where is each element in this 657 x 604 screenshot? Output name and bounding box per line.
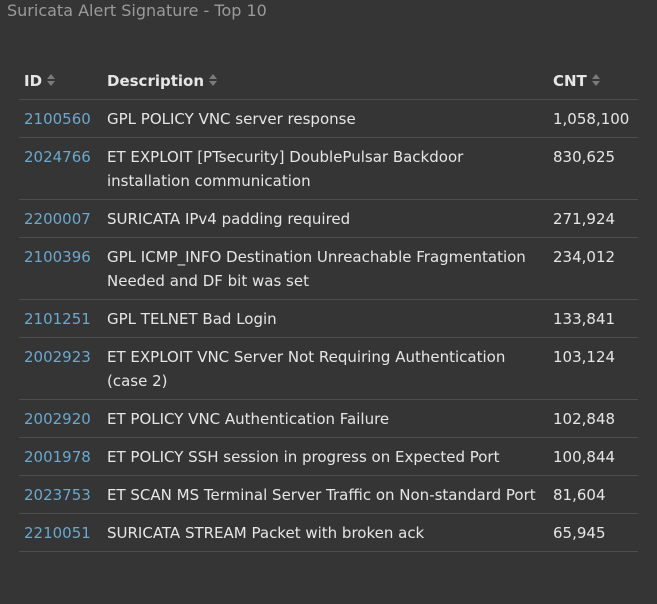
count-cell: 100,844 — [548, 437, 638, 476]
table-row: 2200007 SURICATA IPv4 padding required 2… — [19, 199, 638, 238]
signature-id-link[interactable]: 2023753 — [24, 486, 91, 504]
table-row: 2023753 ET SCAN MS Terminal Server Traff… — [19, 475, 638, 514]
description-cell: GPL POLICY VNC server response — [102, 99, 548, 138]
id-cell: 2002920 — [19, 399, 102, 438]
description-cell: GPL ICMP_INFO Destination Unreachable Fr… — [102, 237, 548, 300]
count-cell: 65,945 — [548, 513, 638, 552]
id-cell: 2200007 — [19, 199, 102, 238]
column-header-label: ID — [24, 71, 43, 90]
table-row: 2001978 ET POLICY SSH session in progres… — [19, 437, 638, 476]
id-cell: 2002923 — [19, 337, 102, 400]
id-cell: 2023753 — [19, 475, 102, 514]
description-cell: ET EXPLOIT [PTsecurity] DoublePulsar Bac… — [102, 137, 548, 200]
panel: Suricata Alert Signature - Top 10 ID Des… — [0, 0, 657, 604]
table-row: 2024766 ET EXPLOIT [PTsecurity] DoublePu… — [19, 137, 638, 200]
description-cell: ET EXPLOIT VNC Server Not Requiring Auth… — [102, 337, 548, 400]
count-cell: 271,924 — [548, 199, 638, 238]
signature-id-link[interactable]: 2200007 — [24, 210, 91, 228]
id-cell: 2101251 — [19, 299, 102, 338]
sort-icon[interactable] — [591, 73, 601, 87]
count-cell: 234,012 — [548, 237, 638, 300]
id-cell: 2001978 — [19, 437, 102, 476]
sort-icon[interactable] — [208, 73, 218, 87]
signature-id-link[interactable]: 2210051 — [24, 524, 91, 542]
alert-table: ID Description CNT 2100560 GPL POLICY VN… — [19, 62, 638, 552]
description-cell: GPL TELNET Bad Login — [102, 299, 548, 338]
table-row: 2002920 ET POLICY VNC Authentication Fai… — [19, 399, 638, 438]
id-cell: 2100396 — [19, 237, 102, 300]
description-cell: ET SCAN MS Terminal Server Traffic on No… — [102, 475, 548, 514]
description-cell: ET POLICY VNC Authentication Failure — [102, 399, 548, 438]
table-row: 2101251 GPL TELNET Bad Login 133,841 — [19, 299, 638, 338]
table-row: 2210051 SURICATA STREAM Packet with brok… — [19, 513, 638, 552]
column-header-label: Description — [107, 71, 205, 90]
table-row: 2100560 GPL POLICY VNC server response 1… — [19, 99, 638, 138]
description-cell: SURICATA STREAM Packet with broken ack — [102, 513, 548, 552]
column-header-id[interactable]: ID — [19, 62, 102, 100]
signature-id-link[interactable]: 2101251 — [24, 310, 91, 328]
signature-id-link[interactable]: 2100560 — [24, 110, 91, 128]
signature-id-link[interactable]: 2002920 — [24, 410, 91, 428]
count-cell: 133,841 — [548, 299, 638, 338]
count-cell: 1,058,100 — [548, 99, 638, 138]
signature-id-link[interactable]: 2024766 — [24, 148, 91, 166]
id-cell: 2210051 — [19, 513, 102, 552]
panel-title: Suricata Alert Signature - Top 10 — [7, 1, 267, 20]
column-header-description[interactable]: Description — [102, 62, 548, 100]
count-cell: 103,124 — [548, 337, 638, 400]
id-cell: 2100560 — [19, 99, 102, 138]
column-header-label: CNT — [553, 71, 587, 90]
signature-id-link[interactable]: 2100396 — [24, 248, 91, 266]
count-cell: 81,604 — [548, 475, 638, 514]
description-cell: SURICATA IPv4 padding required — [102, 199, 548, 238]
sort-icon[interactable] — [46, 73, 56, 87]
description-cell: ET POLICY SSH session in progress on Exp… — [102, 437, 548, 476]
table-header-row: ID Description CNT — [19, 62, 638, 100]
table-row: 2100396 GPL ICMP_INFO Destination Unreac… — [19, 237, 638, 300]
signature-id-link[interactable]: 2001978 — [24, 448, 91, 466]
count-cell: 102,848 — [548, 399, 638, 438]
signature-id-link[interactable]: 2002923 — [24, 348, 91, 366]
column-header-cnt[interactable]: CNT — [548, 62, 638, 100]
table-row: 2002923 ET EXPLOIT VNC Server Not Requir… — [19, 337, 638, 400]
id-cell: 2024766 — [19, 137, 102, 200]
count-cell: 830,625 — [548, 137, 638, 200]
